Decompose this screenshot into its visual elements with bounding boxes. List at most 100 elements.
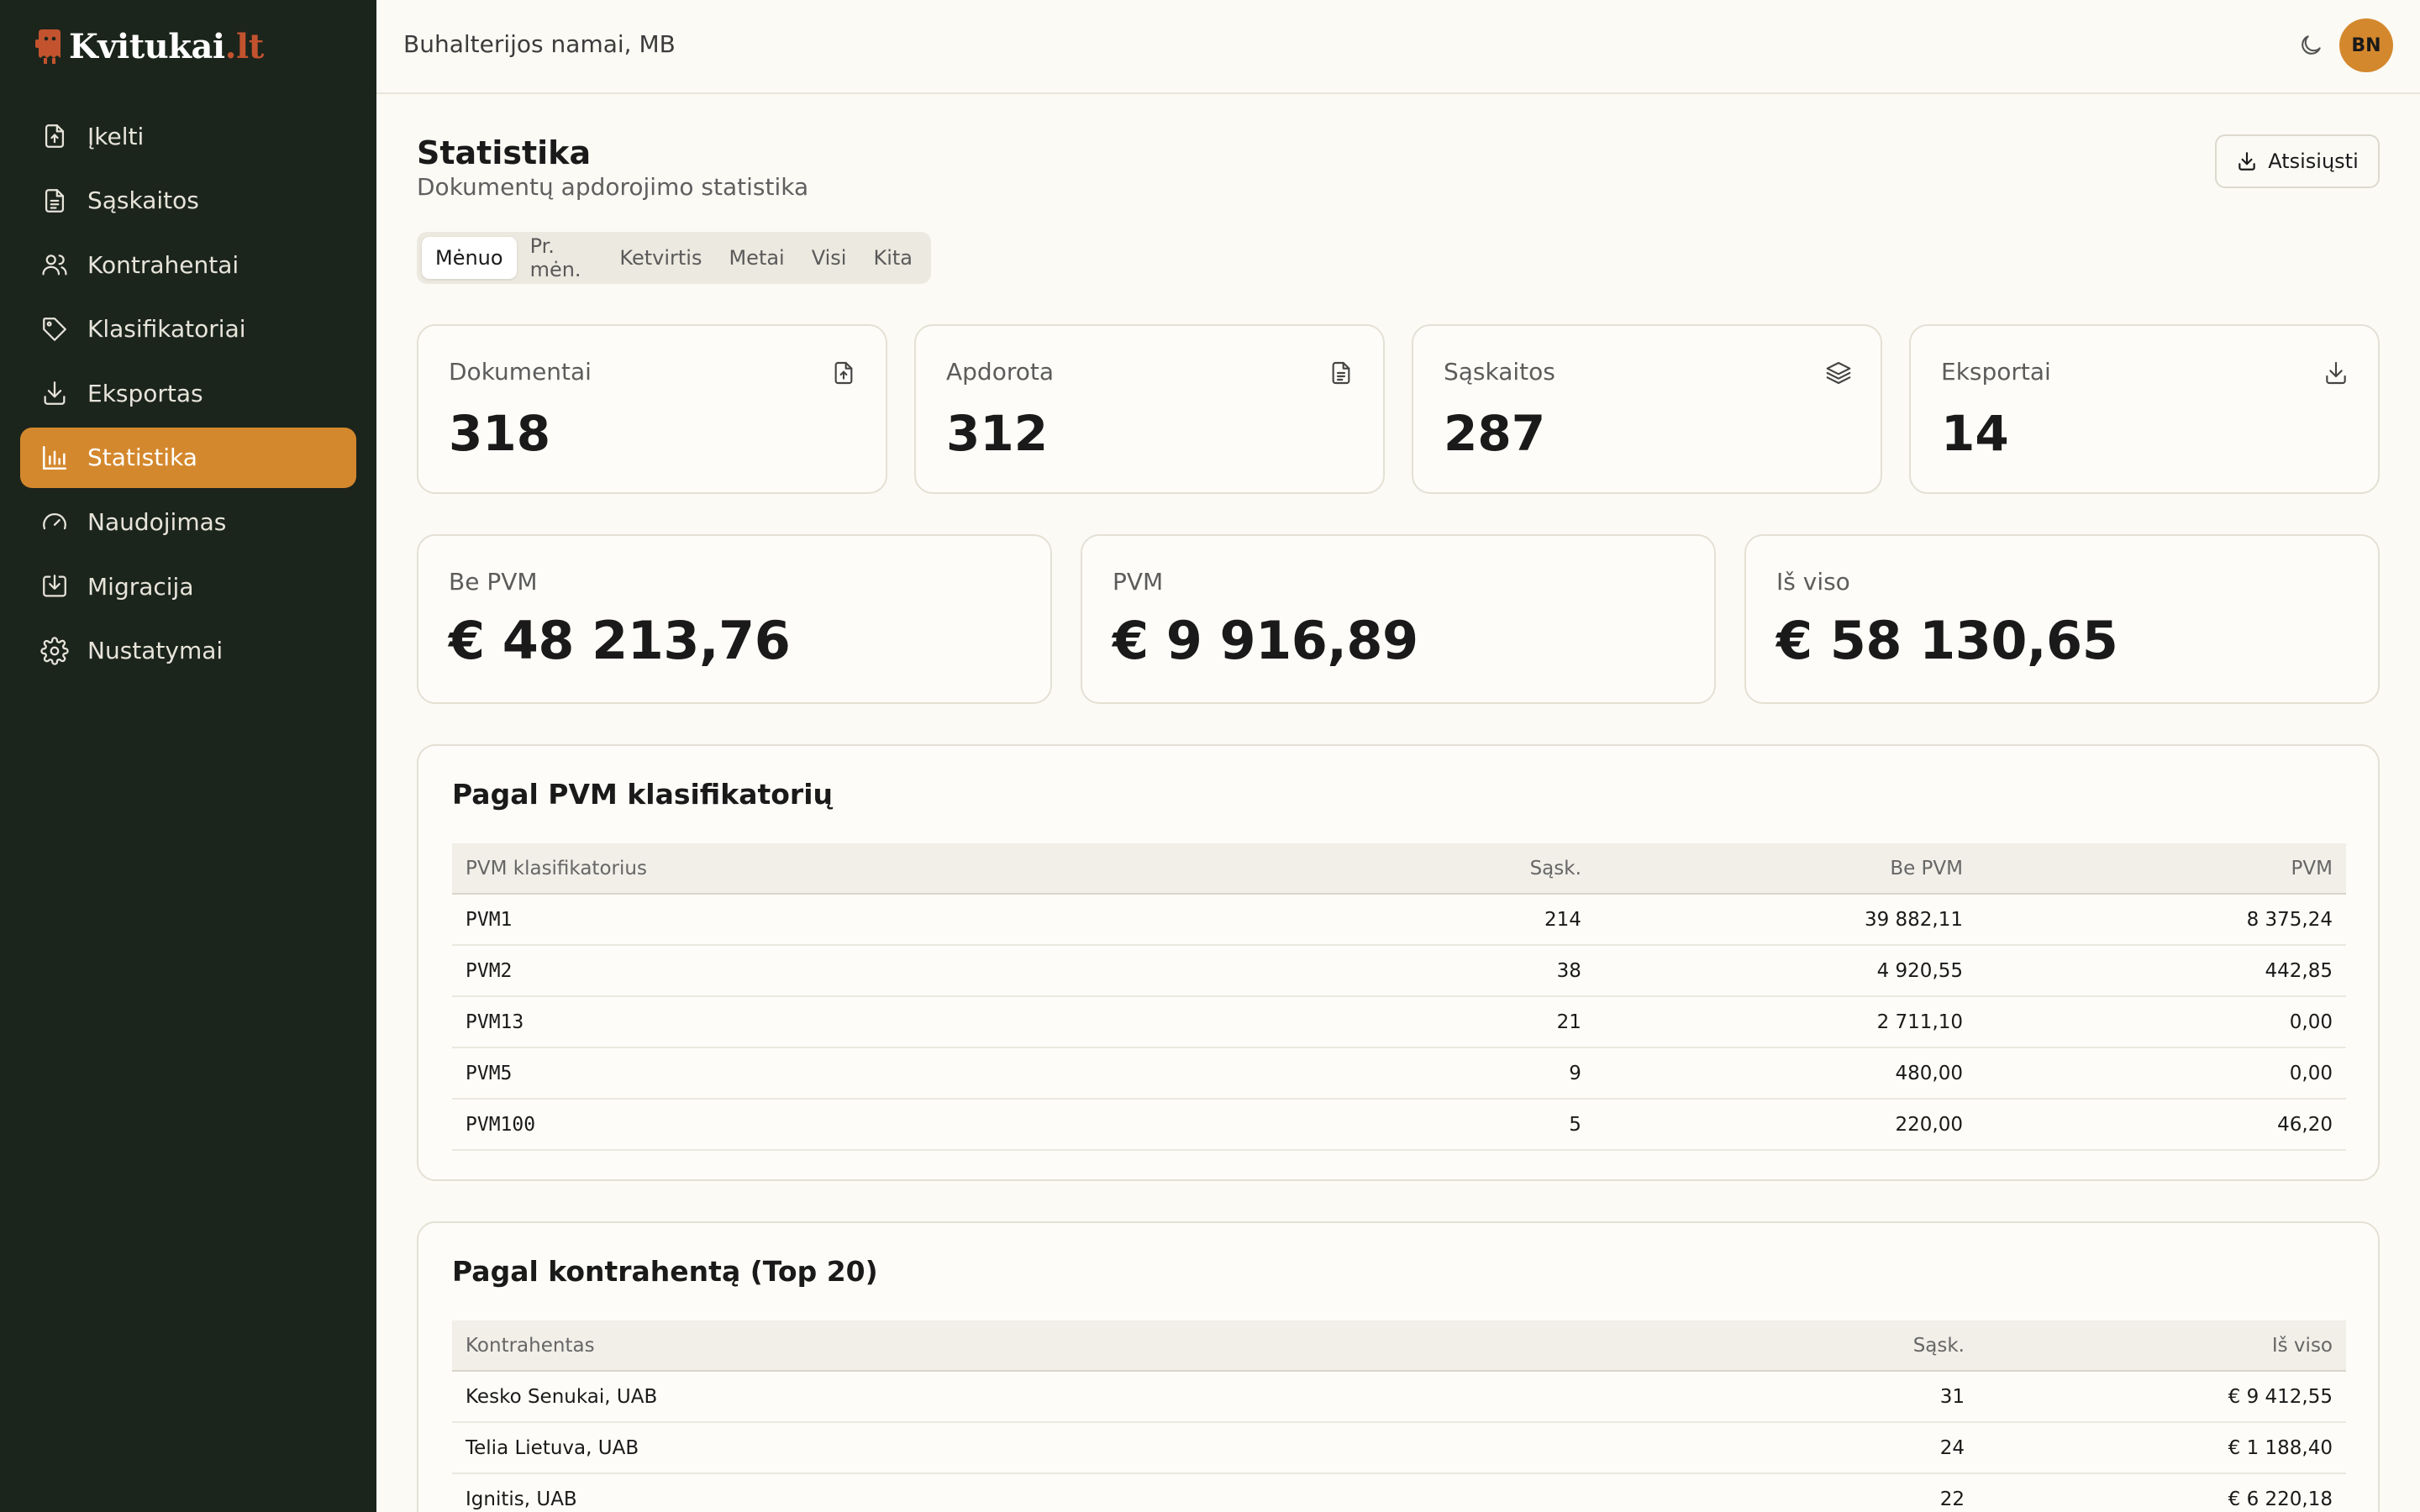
count-cell: 38 — [1407, 945, 1595, 997]
column-header[interactable]: Kontrahentas — [452, 1320, 1776, 1372]
net-cell: 2 711,10 — [1594, 996, 1977, 1048]
tab-visi[interactable]: Visi — [798, 237, 860, 279]
section-title: Pagal PVM klasifikatorių — [452, 778, 833, 811]
sidebar-item-klasifikatoriai[interactable]: Klasifikatoriai — [20, 299, 356, 360]
sidebar-item-label: Eksportas — [87, 379, 203, 407]
table-row[interactable]: PVM1 214 39 882,11 8 375,24 — [452, 894, 2346, 946]
sidebar-item-label: Įkelti — [87, 122, 145, 150]
partner-name-cell: Ignitis, UAB — [452, 1473, 1776, 1512]
table-row[interactable]: PVM13 21 2 711,10 0,00 — [452, 996, 2346, 1048]
count-cell: 9 — [1407, 1047, 1595, 1100]
vat-cell: 0,00 — [1976, 996, 2346, 1048]
column-header[interactable]: Be PVM — [1594, 843, 1977, 895]
top-header: Buhalterijos namai, MB BN — [376, 0, 2420, 94]
sidebar-item-label: Kontrahentai — [87, 250, 239, 279]
avatar[interactable]: BN — [2339, 18, 2393, 72]
vat-cell: 0,00 — [1976, 1047, 2346, 1100]
count-cell: 24 — [1776, 1422, 1978, 1474]
vat-code-cell: PVM100 — [452, 1099, 1407, 1151]
table-header-row: PVM klasifikatorius Sąsk. Be PVM PVM — [452, 843, 2346, 895]
logo[interactable]: Kvitukai.lt — [34, 25, 264, 67]
file-upload-icon — [830, 360, 857, 386]
sidebar-item-naudojimas[interactable]: Naudojimas — [20, 492, 356, 553]
sidebar-item-ikelti[interactable]: Įkelti — [20, 106, 356, 166]
total-cell: € 6 220,18 — [1978, 1473, 2346, 1512]
table-row[interactable]: PVM100 5 220,00 46,20 — [452, 1099, 2346, 1151]
total-label: Iš viso — [1776, 568, 1850, 596]
download-button[interactable]: Atsisiųsti — [2215, 134, 2380, 188]
column-header[interactable]: Sąsk. — [1407, 843, 1595, 895]
company-selector[interactable]: Buhalterijos namai, MB — [403, 30, 676, 58]
stat-label: Dokumentai — [449, 358, 592, 386]
stat-label: Sąskaitos — [1444, 358, 1555, 386]
page-subtitle: Dokumentų apdorojimo statistika — [417, 173, 809, 201]
sidebar-item-statistika[interactable]: Statistika — [20, 427, 356, 488]
vat-code-cell: PVM5 — [452, 1047, 1407, 1100]
sidebar-item-label: Nustatymai — [87, 637, 224, 665]
gear-icon — [40, 637, 69, 665]
sidebar: Kvitukai.lt Įkelti Sąskaitos Kontrahenta… — [0, 0, 376, 1512]
net-cell: 220,00 — [1594, 1099, 1977, 1151]
total-card-pvm: PVM € 9 916,89 — [1081, 534, 1716, 704]
partner-name-cell: Kesko Senukai, UAB — [452, 1371, 1776, 1423]
download-icon — [40, 379, 69, 407]
count-cell: 5 — [1407, 1099, 1595, 1151]
column-header[interactable]: PVM klasifikatorius — [452, 843, 1407, 895]
receipt-mascot-icon — [35, 29, 60, 64]
vat-table: PVM klasifikatorius Sąsk. Be PVM PVM PVM… — [452, 843, 2346, 1151]
stat-card-eksportai: Eksportai 14 — [1909, 324, 2380, 494]
partner-name-cell: Telia Lietuva, UAB — [452, 1422, 1776, 1474]
tab-ketvirtis[interactable]: Ketvirtis — [606, 237, 715, 279]
sidebar-item-label: Migracija — [87, 572, 194, 601]
table-header-row: Kontrahentas Sąsk. Iš viso — [452, 1320, 2346, 1372]
sidebar-item-saskaitos[interactable]: Sąskaitos — [20, 171, 356, 231]
vat-cell: 442,85 — [1976, 945, 2346, 997]
stat-label: Apdorota — [946, 358, 1054, 386]
tab-metai[interactable]: Metai — [715, 237, 797, 279]
sidebar-item-migracija[interactable]: Migracija — [20, 556, 356, 617]
column-header[interactable]: Sąsk. — [1776, 1320, 1978, 1372]
total-cell: € 9 412,55 — [1978, 1371, 2346, 1423]
moon-icon[interactable] — [2297, 32, 2324, 59]
vat-code-cell: PVM2 — [452, 945, 1407, 997]
total-value: € 9 916,89 — [1113, 610, 1418, 671]
vat-cell: 8 375,24 — [1976, 894, 2346, 946]
table-row[interactable]: PVM2 38 4 920,55 442,85 — [452, 945, 2346, 997]
count-cell: 214 — [1407, 894, 1595, 946]
table-row[interactable]: Telia Lietuva, UAB 24 € 1 188,40 — [452, 1422, 2346, 1474]
count-cell: 31 — [1776, 1371, 1978, 1423]
total-label: PVM — [1113, 568, 1164, 596]
sidebar-item-nustatymai[interactable]: Nustatymai — [20, 621, 356, 681]
table-row[interactable]: Kesko Senukai, UAB 31 € 9 412,55 — [452, 1371, 2346, 1423]
partner-table: Kontrahentas Sąsk. Iš viso Kesko Senukai… — [452, 1320, 2346, 1512]
period-tabs: Mėnuo Pr. mėn. Ketvirtis Metai Visi Kita — [417, 232, 931, 284]
table-row[interactable]: Ignitis, UAB 22 € 6 220,18 — [452, 1473, 2346, 1512]
tab-kita[interactable]: Kita — [860, 237, 926, 279]
layers-icon — [1825, 360, 1852, 386]
stat-value: 287 — [1444, 405, 1546, 462]
file-text-icon — [1328, 360, 1355, 386]
tab-menuo[interactable]: Mėnuo — [422, 237, 517, 279]
partner-breakdown-card: Pagal kontrahentą (Top 20) Kontrahentas … — [417, 1221, 2380, 1512]
count-cell: 22 — [1776, 1473, 1978, 1512]
users-icon — [40, 250, 69, 279]
net-cell: 4 920,55 — [1594, 945, 1977, 997]
sidebar-item-kontrahentai[interactable]: Kontrahentai — [20, 234, 356, 295]
column-header[interactable]: Iš viso — [1978, 1320, 2346, 1372]
tab-praeitas-menuo[interactable]: Pr. mėn. — [517, 234, 607, 281]
net-cell: 480,00 — [1594, 1047, 1977, 1100]
page-title: Statistika — [417, 134, 592, 171]
column-header[interactable]: PVM — [1976, 843, 2346, 895]
sidebar-item-eksportas[interactable]: Eksportas — [20, 363, 356, 423]
stat-card-apdorota: Apdorota 312 — [914, 324, 1385, 494]
stat-value: 318 — [449, 405, 551, 462]
logo-text: Kvitukai — [69, 26, 225, 66]
section-title: Pagal kontrahentą (Top 20) — [452, 1255, 878, 1288]
stat-value: 312 — [946, 405, 1049, 462]
file-upload-icon — [40, 122, 69, 150]
tag-icon — [40, 315, 69, 344]
table-row[interactable]: PVM5 9 480,00 0,00 — [452, 1047, 2346, 1100]
download-icon — [2238, 152, 2255, 171]
bar-chart-icon — [40, 444, 69, 472]
sidebar-item-label: Sąskaitos — [87, 186, 199, 215]
